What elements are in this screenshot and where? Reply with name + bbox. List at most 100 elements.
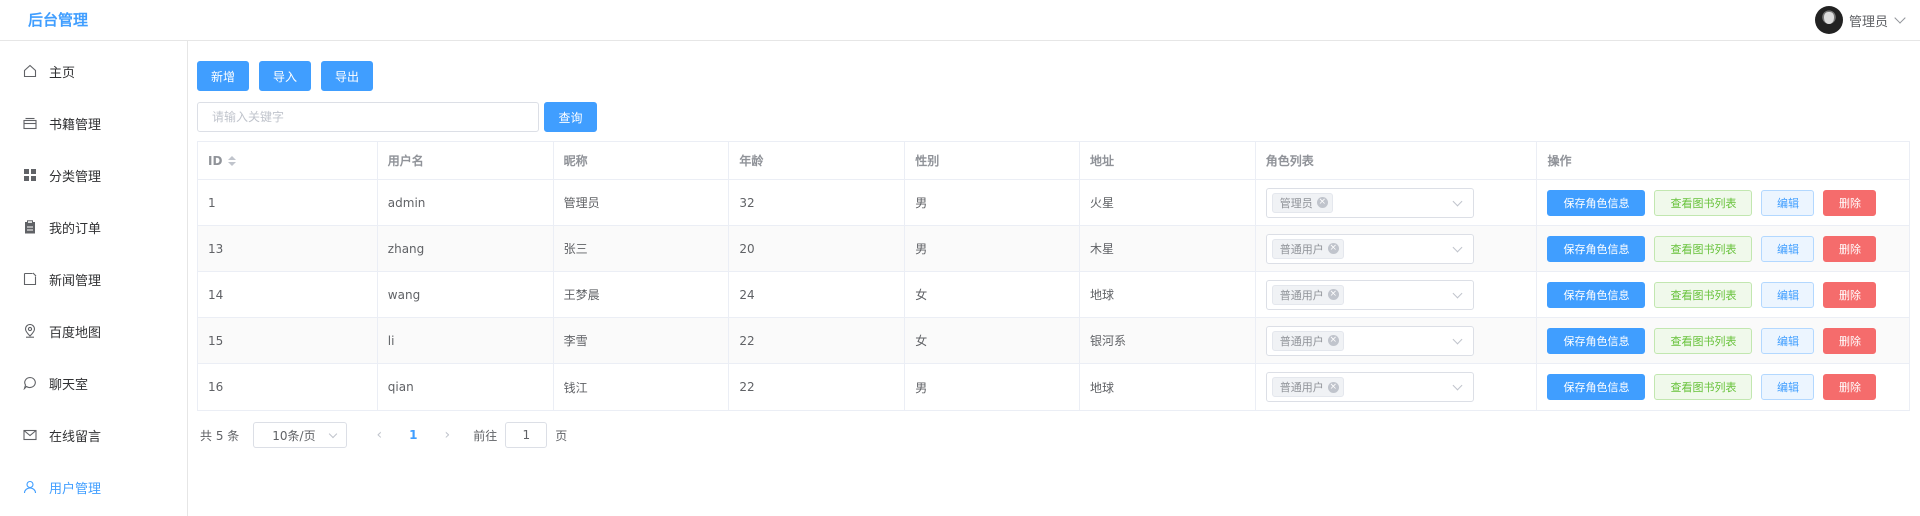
role-select[interactable]: 普通用户 × [1265, 279, 1474, 310]
close-icon[interactable]: × [1316, 197, 1328, 208]
sidebar-item-categories[interactable]: 分类管理 [0, 149, 187, 201]
search-input[interactable] [197, 102, 539, 132]
edit-button[interactable]: 编辑 [1761, 374, 1815, 400]
view-books-button[interactable]: 查看图书列表 [1654, 235, 1753, 262]
cell-roles: 普通用户 × [1256, 364, 1538, 410]
home-icon [23, 64, 37, 78]
delete-button[interactable]: 删除 [1823, 327, 1877, 354]
cell-gender: 女 [905, 272, 1080, 317]
sidebar-item-books[interactable]: 书籍管理 [0, 97, 187, 149]
save-role-button[interactable]: 保存角色信息 [1547, 327, 1646, 354]
cell-roles: 普通用户 × [1256, 226, 1538, 271]
edit-button[interactable]: 编辑 [1761, 281, 1815, 308]
cell-gender: 女 [905, 318, 1080, 363]
role-tag-label: 管理员 [1279, 196, 1313, 210]
close-icon[interactable]: × [1327, 381, 1339, 393]
cell-age: 32 [729, 180, 906, 225]
sidebar-item-chat[interactable]: 聊天室 [0, 357, 187, 409]
sort-icon[interactable] [228, 155, 237, 166]
search-button[interactable]: 查询 [544, 102, 597, 132]
cell-actions: 保存角色信息 查看图书列表 编辑 删除 [1537, 318, 1909, 363]
save-role-button[interactable]: 保存角色信息 [1547, 189, 1646, 216]
delete-button[interactable]: 删除 [1823, 189, 1877, 216]
view-books-button[interactable]: 查看图书列表 [1654, 374, 1753, 400]
view-books-button[interactable]: 查看图书列表 [1654, 327, 1753, 354]
chevron-down-icon [1452, 242, 1463, 252]
close-icon[interactable]: × [1327, 243, 1339, 254]
column-header-nickname: 昵称 [554, 142, 730, 179]
add-button[interactable]: 新增 [197, 61, 249, 91]
sidebar-item-label: 百度地图 [49, 325, 102, 341]
sidebar-item-messages[interactable]: 在线留言 [0, 409, 187, 461]
user-menu[interactable]: 管理员 [1814, 5, 1906, 35]
page-size-select[interactable]: 10条/页 [253, 422, 348, 448]
table-row: 14 wang 王梦晨 24 女地球 普通用户 × 保存角色信息 查看图书列表 编辑 删除 [198, 272, 1909, 318]
role-tag: 普通用户 × [1271, 238, 1344, 259]
sidebar-item-label: 聊天室 [49, 377, 89, 393]
books-icon [23, 116, 37, 130]
column-header-label: ID [208, 153, 223, 168]
cell-age: 24 [729, 272, 906, 317]
avatar[interactable] [1814, 6, 1843, 34]
view-books-button[interactable]: 查看图书列表 [1654, 189, 1753, 216]
save-role-button[interactable]: 保存角色信息 [1547, 235, 1646, 262]
column-header-gender: 性别 [905, 142, 1080, 179]
import-button[interactable]: 导入 [259, 61, 311, 91]
edit-button[interactable]: 编辑 [1761, 189, 1815, 216]
total-count: 共 5 条 [200, 428, 240, 443]
cell-id: 15 [198, 318, 378, 363]
cell-id: 16 [198, 364, 378, 410]
goto-page-input[interactable] [505, 422, 548, 448]
cell-actions: 保存角色信息 查看图书列表 编辑 删除 [1537, 364, 1909, 410]
view-books-button[interactable]: 查看图书列表 [1654, 281, 1753, 308]
delete-button[interactable]: 删除 [1823, 281, 1877, 308]
prev-page-icon[interactable]: ‹ [365, 427, 393, 443]
app-brand[interactable]: 后台管理 [28, 9, 88, 30]
column-header-actions: 操作 [1547, 154, 1572, 168]
delete-button[interactable]: 删除 [1823, 235, 1877, 262]
save-role-button[interactable]: 保存角色信息 [1547, 281, 1646, 308]
role-select[interactable]: 普通用户 × [1265, 372, 1474, 402]
cell-username: li [378, 318, 554, 363]
pagination: 共 5 条 10条/页 ‹ 1 › 前往 页 [200, 421, 567, 449]
chevron-down-icon [1452, 334, 1463, 344]
role-select[interactable]: 管理员 × [1265, 187, 1474, 218]
cell-address: 火星 [1080, 180, 1256, 225]
sidebar-item-map[interactable]: 百度地图 [0, 305, 187, 357]
next-page-icon[interactable]: › [433, 427, 461, 443]
cell-id: 1 [198, 180, 378, 225]
role-select[interactable]: 普通用户 × [1265, 325, 1474, 356]
sidebar-item-users[interactable]: 用户管理 [0, 461, 187, 513]
sidebar-item-orders[interactable]: 我的订单 [0, 201, 187, 253]
role-tag: 普通用户 × [1271, 377, 1344, 397]
user-icon [23, 480, 37, 494]
save-role-button[interactable]: 保存角色信息 [1547, 374, 1646, 400]
role-tag: 普通用户 × [1271, 330, 1344, 351]
chevron-down-icon[interactable] [1894, 12, 1906, 24]
edit-button[interactable]: 编辑 [1761, 327, 1815, 354]
cell-address: 银河系 [1080, 318, 1256, 363]
sidebar-item-news[interactable]: 新闻管理 [0, 253, 187, 305]
cell-actions: 保存角色信息 查看图书列表 编辑 删除 [1537, 180, 1909, 225]
edit-button[interactable]: 编辑 [1761, 235, 1815, 262]
column-header-username: 用户名 [378, 142, 554, 179]
table-row: 13 zhang 张三 20 男木星 普通用户 × 保存角色信息 查看图书列表 编辑 删除 [198, 226, 1909, 272]
delete-button[interactable]: 删除 [1823, 374, 1877, 400]
close-icon[interactable]: × [1327, 289, 1339, 300]
sidebar-item-home[interactable]: 主页 [0, 45, 187, 97]
cell-gender: 男 [905, 364, 1080, 410]
export-button[interactable]: 导出 [321, 61, 373, 91]
column-header-id[interactable]: ID [198, 142, 378, 179]
cell-age: 20 [729, 226, 906, 271]
cell-username: admin [378, 180, 554, 225]
close-icon[interactable]: × [1327, 335, 1339, 346]
role-select[interactable]: 普通用户 × [1265, 233, 1474, 264]
table-row: 16 qian 钱江 22 男地球 普通用户 × 保存角色信息 查看图书列表 编辑 删除 [198, 364, 1909, 410]
cell-gender: 男 [905, 226, 1080, 271]
users-table: ID 用户名 昵称 年龄 性别 地址 角色列表 操作 1 admin 管理员 32 男火… [197, 141, 1910, 411]
page-number-current[interactable]: 1 [393, 428, 433, 442]
sidebar-item-label: 在线留言 [49, 429, 102, 445]
user-name[interactable]: 管理员 [1849, 11, 1888, 30]
cell-roles: 普通用户 × [1256, 318, 1538, 363]
sidebar-item-label: 用户管理 [49, 481, 102, 497]
